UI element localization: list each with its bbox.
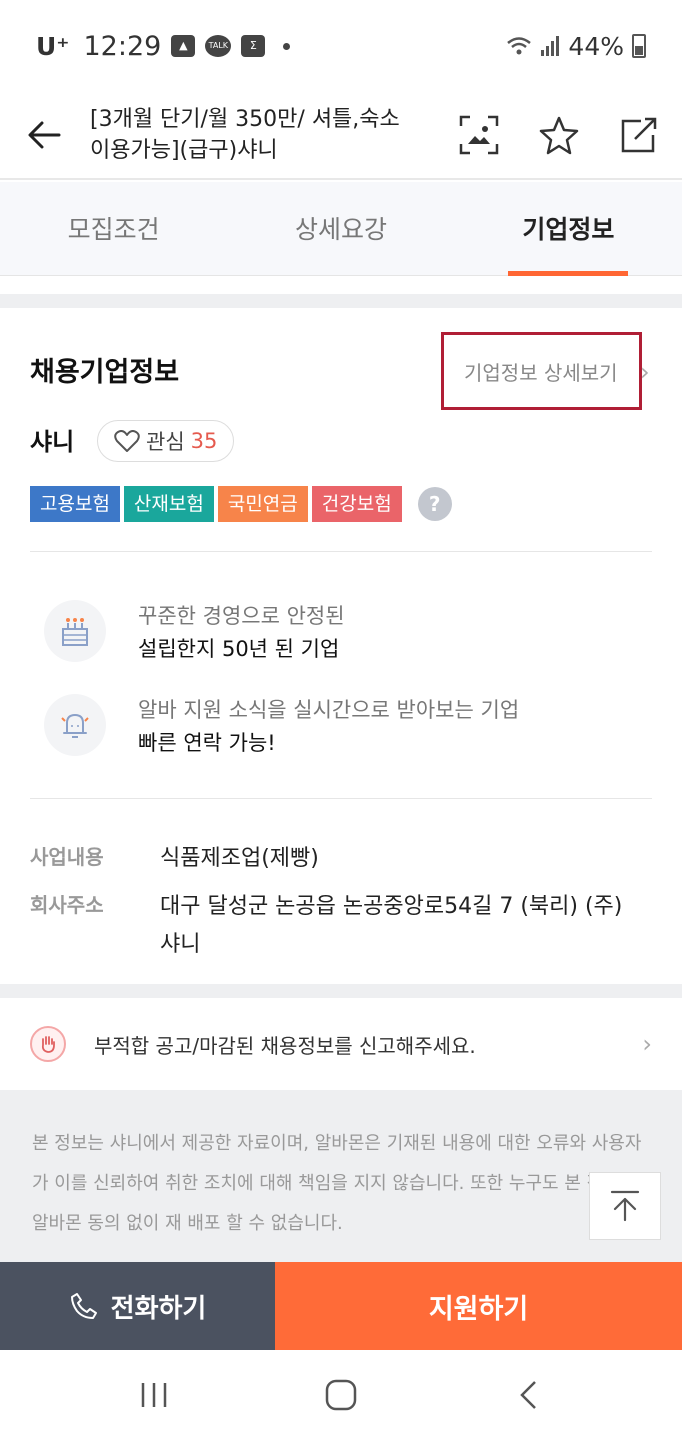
recent-apps-button[interactable]	[124, 1365, 184, 1425]
favorite-label: 관심	[146, 430, 185, 454]
chevron-right-icon: ›	[642, 1030, 652, 1058]
disclaimer-notice: 본 정보는 샤니에서 제공한 자료이며, 알바몬은 기재된 내용에 대한 오류와…	[0, 1090, 682, 1262]
business-row: 사업내용 식품제조업(제빵)	[30, 840, 640, 878]
system-back-button[interactable]	[498, 1365, 558, 1425]
feature-title: 설립한지 50년 된 기업	[138, 637, 340, 661]
section-tabs: 모집조건 상세요강 기업정보	[0, 182, 682, 276]
bell-icon	[44, 694, 106, 756]
wifi-icon	[507, 37, 532, 55]
home-icon	[325, 1379, 357, 1411]
address-value: 대구 달성군 논공읍 논공중앙로54길 7 (북리) (주)샤니	[160, 894, 623, 957]
feature-item-fast-contact: 알바 지원 소식을 실시간으로 받아보는 기업 빠른 연락 가능!	[44, 694, 519, 760]
system-nav-bar	[0, 1350, 682, 1440]
share-button[interactable]	[618, 114, 660, 156]
chevron-left-icon	[520, 1381, 537, 1409]
company-info-section: 채용기업정보 기업정보 상세보기 › 샤니 관심 35 고용보험 산재보험 국민…	[0, 308, 682, 984]
divider	[30, 798, 652, 799]
section-divider	[0, 294, 682, 308]
app-header: [3개월 단기/월 350만/ 셔틀,숙소이용가능](급구)샤니	[0, 92, 682, 180]
carrier-label: U⁺	[36, 31, 70, 61]
favorite-count: 35	[190, 429, 218, 453]
report-text: 부적합 공고/마감된 채용정보를 신고해주세요.	[94, 1033, 476, 1058]
section-divider	[0, 984, 682, 998]
arrow-up-icon	[610, 1190, 640, 1222]
feature-item-established: 꾸준한 경영으로 안정된 설립한지 50년 된 기업	[44, 600, 345, 666]
section-title: 채용기업정보	[30, 357, 180, 388]
feature-title: 빠른 연락 가능!	[138, 731, 276, 755]
tab-details[interactable]: 상세요강	[227, 182, 454, 275]
bookmark-button[interactable]	[538, 114, 580, 156]
scroll-to-top-button[interactable]	[589, 1172, 661, 1240]
help-icon[interactable]: ?	[417, 487, 452, 521]
favorite-button[interactable]: 관심 35	[97, 420, 235, 462]
sigma-notification-icon: Σ	[241, 35, 266, 57]
insurance-badges: 고용보험 산재보험 국민연금 건강보험 ?	[30, 486, 452, 522]
address-label: 회사주소	[30, 893, 104, 917]
insurance-badge-employment: 고용보험	[30, 486, 120, 522]
report-listing-row[interactable]: 부적합 공고/마감된 채용정보를 신고해주세요. ›	[0, 998, 682, 1090]
address-row: 회사주소 대구 달성군 논공읍 논공중앙로54길 7 (북리) (주)샤니	[30, 888, 640, 964]
battery-percent: 44%	[568, 31, 624, 61]
feature-subtitle: 알바 지원 소식을 실시간으로 받아보는 기업	[138, 698, 520, 722]
home-button[interactable]	[311, 1365, 371, 1425]
cake-icon	[44, 600, 106, 662]
company-detail-link[interactable]: 기업정보 상세보기	[441, 332, 642, 410]
more-notifications-dot	[283, 42, 291, 50]
cta-bar: 전화하기 지원하기	[0, 1262, 682, 1350]
page-title: [3개월 단기/월 350만/ 셔틀,숙소이용가능](급구)샤니	[90, 107, 400, 163]
battery-icon	[632, 34, 646, 58]
insurance-badge-pension: 국민연금	[217, 486, 308, 522]
arrow-left-icon	[28, 121, 61, 149]
heart-icon	[114, 430, 140, 452]
signal-icon	[541, 36, 560, 56]
tab-company-info[interactable]: 기업정보	[455, 182, 682, 276]
share-icon	[621, 117, 657, 153]
company-detail-label: 기업정보 상세보기	[464, 360, 618, 385]
call-button[interactable]: 전화하기	[0, 1262, 275, 1350]
divider	[30, 551, 652, 552]
business-label: 사업내용	[30, 845, 104, 869]
gallery-notification-icon: ▲	[171, 35, 196, 57]
insurance-badge-industrial: 산재보험	[123, 486, 214, 522]
feature-subtitle: 꾸준한 경영으로 안정된	[138, 604, 345, 628]
chevron-right-icon: ›	[640, 358, 650, 386]
apply-button[interactable]: 지원하기	[275, 1262, 682, 1350]
company-name: 샤니	[30, 428, 75, 456]
clock: 12:29	[83, 30, 162, 62]
stop-hand-icon	[30, 1026, 66, 1062]
star-icon	[539, 116, 579, 155]
status-bar: U⁺ 12:29 ▲ TALK Σ 44%	[0, 0, 682, 92]
business-value: 식품제조업(제빵)	[160, 846, 319, 871]
phone-icon	[70, 1293, 97, 1319]
image-capture-icon	[459, 115, 499, 155]
back-button[interactable]	[22, 113, 66, 157]
recent-apps-icon	[141, 1383, 166, 1407]
tab-recruit-conditions[interactable]: 모집조건	[0, 182, 227, 275]
kakaotalk-notification-icon: TALK	[205, 35, 232, 57]
call-label: 전화하기	[110, 1293, 207, 1324]
insurance-badge-health: 건강보험	[311, 486, 402, 522]
capture-button[interactable]	[458, 114, 500, 156]
